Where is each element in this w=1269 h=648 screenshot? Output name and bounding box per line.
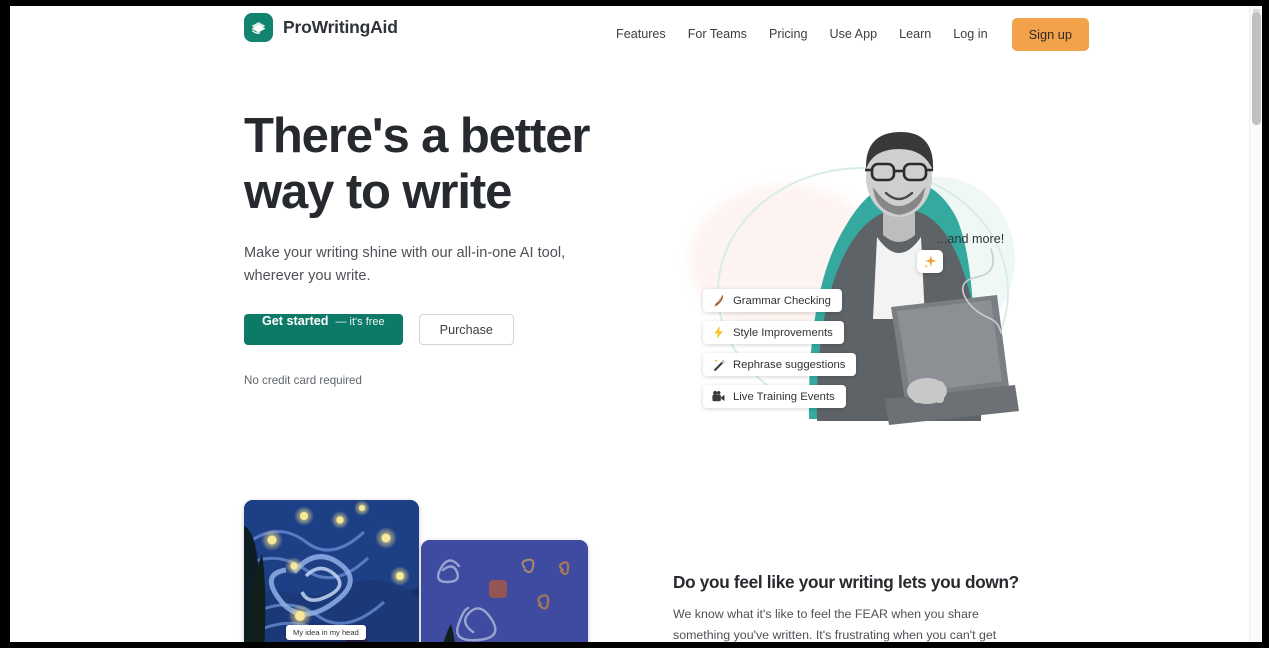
- nav-item-for-teams[interactable]: For Teams: [677, 21, 758, 47]
- hero-copy: There's a better way to write Make your …: [244, 108, 594, 387]
- get-started-label: Get started: [262, 314, 329, 328]
- hero-section: There's a better way to write Make your …: [10, 62, 1262, 472]
- section-two-title: Do you feel like your writing lets you d…: [673, 572, 1019, 592]
- magic-wand-icon: [713, 359, 725, 372]
- book-stack-icon: [244, 13, 273, 42]
- hero-actions: Get started — it's free Purchase: [244, 314, 594, 345]
- nav-item-use-app[interactable]: Use App: [818, 21, 888, 47]
- feature-chip-label: Grammar Checking: [733, 294, 831, 307]
- nav-item-pricing[interactable]: Pricing: [758, 21, 819, 47]
- page-scrollbar[interactable]: [1249, 6, 1262, 642]
- brand-name: ProWritingAid: [283, 17, 398, 37]
- hero-illustration: Grammar Checking Style Improvements Reph…: [665, 107, 1065, 447]
- hero-title: There's a better way to write: [244, 108, 594, 220]
- section-two-copy: Do you feel like your writing lets you d…: [673, 572, 1023, 642]
- nav-item-learn[interactable]: Learn: [888, 21, 942, 47]
- get-started-button[interactable]: Get started — it's free: [244, 314, 403, 345]
- sparkle-icon: [923, 255, 936, 269]
- starry-night-caption: My idea in my head: [286, 625, 366, 640]
- starry-night-painting-image: My idea in my head: [244, 500, 419, 642]
- curly-pointer-line-icon: [961, 248, 1002, 334]
- sparkle-badge: [917, 250, 943, 273]
- brand-logo[interactable]: ProWritingAid: [244, 13, 398, 42]
- writing-lets-you-down-section: My idea in my head Do you feel like your…: [10, 472, 1262, 642]
- primary-nav: Features For Teams Pricing Use App Learn…: [605, 6, 1090, 62]
- hero-title-line-2: way to write: [244, 165, 512, 219]
- sign-up-button[interactable]: Sign up: [1011, 17, 1090, 51]
- feature-chip-label: Rephrase suggestions: [733, 358, 846, 371]
- no-credit-card-note: No credit card required: [244, 374, 362, 387]
- childlike-drawing-svg: [421, 540, 588, 642]
- feature-chip-rephrase-suggestions[interactable]: Rephrase suggestions: [703, 353, 857, 376]
- hero-title-line-1: There's a better: [244, 109, 590, 163]
- feature-chip-label: Style Improvements: [733, 326, 833, 339]
- hero-subtitle: Make your writing shine with our all-in-…: [244, 245, 566, 284]
- feature-chip-list: Grammar Checking Style Improvements Reph…: [703, 289, 857, 408]
- site-header: ProWritingAid Features For Teams Pricing…: [10, 6, 1262, 62]
- feature-chip-style-improvements[interactable]: Style Improvements: [703, 321, 844, 344]
- feature-chip-label: Live Training Events: [733, 390, 835, 403]
- feature-chip-live-training-events[interactable]: Live Training Events: [703, 385, 846, 408]
- childlike-drawing-panel: [421, 540, 588, 642]
- feature-chip-grammar-checking[interactable]: Grammar Checking: [703, 289, 842, 312]
- nav-item-features[interactable]: Features: [605, 21, 677, 47]
- section-two-body: We know what it's like to feel the FEAR …: [673, 607, 997, 642]
- nav-item-log-in[interactable]: Log in: [942, 21, 998, 47]
- purchase-button[interactable]: Purchase: [418, 314, 514, 345]
- and-more-label: ...and more!: [937, 232, 1005, 246]
- quill-pen-icon: [713, 294, 724, 307]
- starry-night-svg: [244, 500, 419, 642]
- browser-viewport: ProWritingAid Features For Teams Pricing…: [10, 6, 1262, 642]
- scrollbar-thumb[interactable]: [1252, 12, 1261, 125]
- idea-vs-result-illustration: My idea in my head: [244, 500, 589, 642]
- get-started-suffix: — it's free: [335, 316, 385, 328]
- lightning-bolt-icon: [714, 325, 723, 340]
- video-camera-icon: [712, 390, 725, 402]
